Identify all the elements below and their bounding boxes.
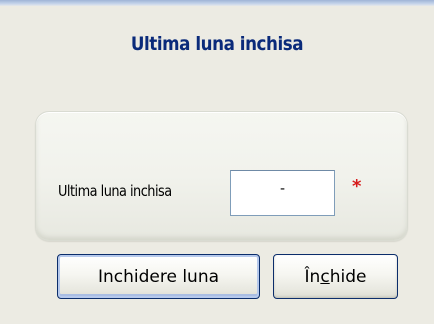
close-button-label-suffix: hide (329, 266, 367, 287)
last-closed-month-label: Ultima luna inchisa (58, 182, 172, 200)
close-month-button[interactable]: Inchidere luna (57, 254, 260, 299)
close-button-mnemonic: c (320, 266, 330, 287)
window-top-border (0, 0, 434, 6)
close-dialog-button[interactable]: Închide (273, 254, 398, 299)
close-button-label-prefix: În (304, 266, 321, 287)
last-closed-month-input[interactable] (230, 170, 335, 216)
required-asterisk: * (352, 176, 362, 197)
dialog-title: Ultima luna inchisa (130, 33, 304, 55)
